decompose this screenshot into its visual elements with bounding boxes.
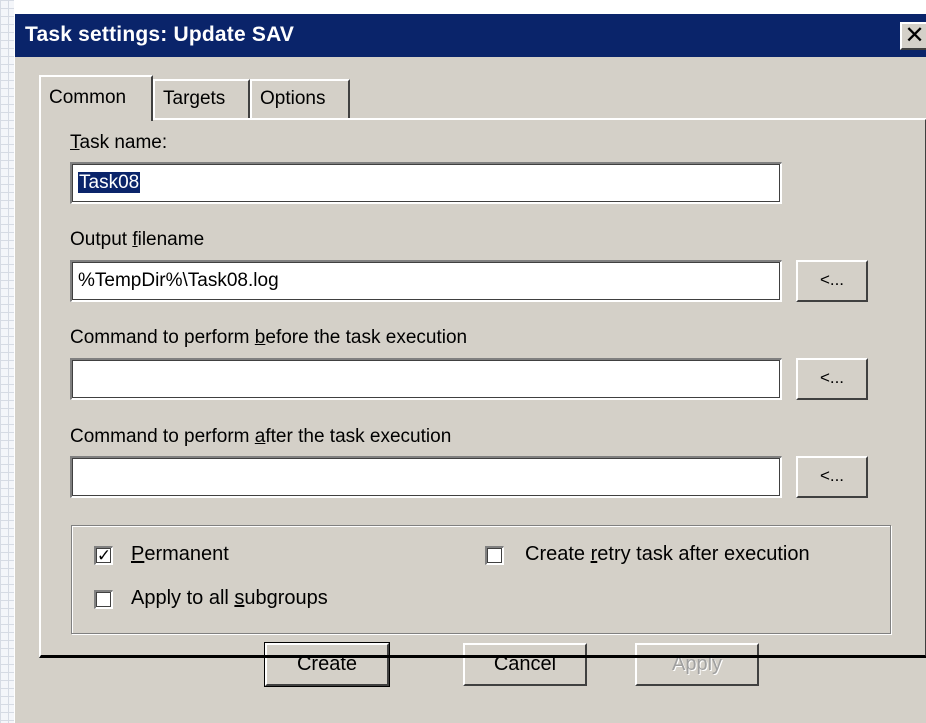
permanent-checkbox[interactable]: ✓	[94, 546, 113, 565]
tab-label: Options	[260, 88, 326, 109]
command-before-input[interactable]	[70, 358, 782, 400]
tab-targets[interactable]: Targets	[153, 79, 250, 119]
options-group-box	[71, 525, 891, 634]
output-filename-browse-button[interactable]: <...	[796, 260, 868, 302]
permanent-label[interactable]: Permanent	[131, 543, 229, 566]
background-grid	[0, 0, 14, 723]
tab-label: Targets	[163, 88, 226, 109]
window-title: Task settings: Update SAV	[25, 23, 295, 46]
command-after-browse-button[interactable]: <...	[796, 456, 868, 498]
task-name-value: Task08	[78, 172, 141, 193]
output-filename-value: %TempDir%\Task08.log	[78, 270, 279, 291]
create-retry-label[interactable]: Create retry task after execution	[525, 543, 810, 566]
task-settings-dialog: Task settings: Update SAV ✕ Common Targe…	[14, 13, 926, 723]
command-before-browse-button[interactable]: <...	[796, 358, 868, 400]
close-icon: ✕	[904, 22, 925, 49]
title-bar[interactable]: Task settings: Update SAV ✕	[15, 14, 926, 57]
tab-common[interactable]: Common	[39, 75, 153, 121]
apply-subgroups-label[interactable]: Apply to all subgroups	[131, 587, 328, 610]
tab-options[interactable]: Options	[250, 79, 350, 119]
output-filename-label: Output filename	[70, 229, 205, 250]
command-after-input[interactable]	[70, 456, 782, 498]
tab-label: Common	[49, 87, 127, 108]
output-filename-input[interactable]: %TempDir%\Task08.log	[70, 260, 782, 302]
close-button[interactable]: ✕	[900, 22, 926, 50]
task-name-label: Task name:	[70, 132, 168, 153]
create-retry-checkbox[interactable]	[485, 546, 504, 565]
check-icon: ✓	[96, 546, 112, 565]
command-after-label: Command to perform after the task execut…	[70, 426, 452, 447]
task-name-input[interactable]: Task08	[70, 162, 782, 204]
apply-subgroups-checkbox[interactable]	[94, 590, 113, 609]
command-before-label: Command to perform before the task execu…	[70, 327, 468, 348]
